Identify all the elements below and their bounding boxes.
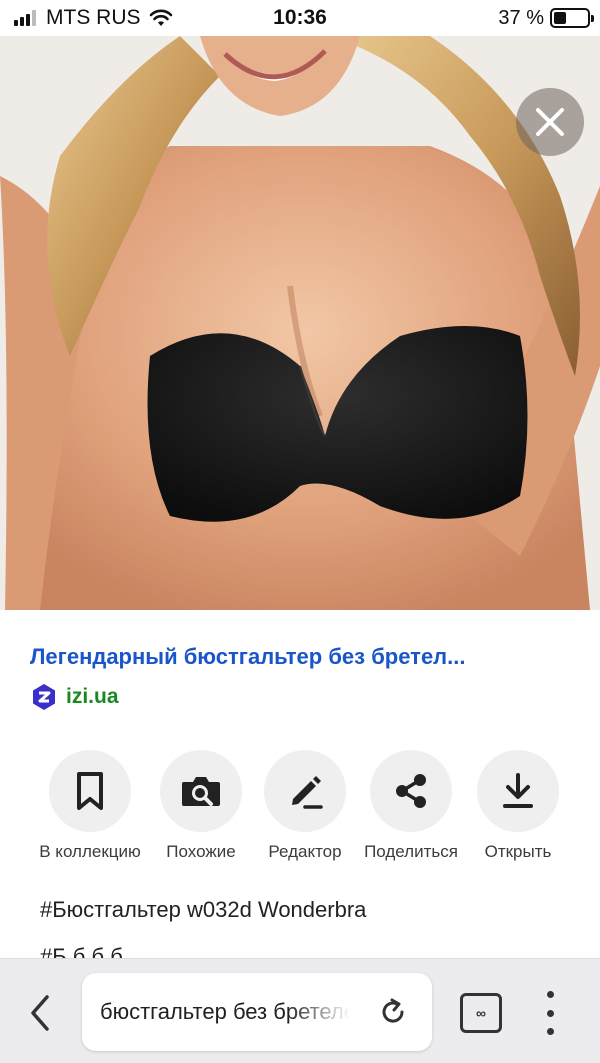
image-preview[interactable]	[0, 36, 600, 610]
tabs-button[interactable]: ∞	[460, 993, 502, 1033]
battery-percent: 37 %	[498, 6, 544, 29]
close-icon	[536, 108, 564, 136]
open-button[interactable]: Открыть	[458, 750, 578, 862]
more-menu-button[interactable]	[536, 991, 564, 1035]
action-label: Поделиться	[364, 842, 458, 861]
action-label: В коллекцию	[39, 842, 141, 861]
close-button[interactable]	[516, 88, 584, 156]
editor-button[interactable]: Редактор	[245, 750, 365, 862]
source-name: izi.ua	[66, 685, 119, 708]
tag-link[interactable]: #Бюстгальтер w032d Wonderbra	[40, 897, 366, 923]
add-to-collection-button[interactable]: В коллекцию	[30, 750, 150, 862]
share-icon	[396, 774, 426, 808]
camera-search-icon	[182, 777, 220, 806]
reload-icon[interactable]	[378, 997, 408, 1027]
status-bar: MTS RUS 10:36 37 %	[0, 0, 600, 36]
back-button[interactable]	[20, 989, 60, 1037]
share-button[interactable]: Поделиться	[351, 750, 471, 862]
action-label: Похожие	[166, 842, 236, 861]
address-bar[interactable]: бюстгальтер без бретелей	[82, 973, 432, 1051]
action-row: В коллекцию Похожие Редактор Поделиться …	[0, 750, 600, 870]
pencil-icon	[292, 776, 323, 809]
source-link[interactable]: izi.ua	[30, 683, 119, 711]
battery-icon	[550, 8, 594, 28]
bookmark-icon	[77, 772, 103, 810]
result-title-link[interactable]: Легендарный бюстгальтер без бретел...	[30, 644, 575, 670]
product-photo	[0, 36, 600, 610]
action-label: Открыть	[484, 842, 552, 861]
browser-toolbar: бюстгальтер без бретелей ∞	[0, 958, 600, 1063]
address-text: бюстгальтер без бретелей	[100, 999, 350, 1024]
chevron-left-icon	[31, 995, 49, 1031]
similar-button[interactable]: Похожие	[141, 750, 261, 862]
action-label: Редактор	[268, 842, 342, 861]
izi-logo-icon	[33, 684, 55, 710]
download-icon	[503, 773, 533, 808]
